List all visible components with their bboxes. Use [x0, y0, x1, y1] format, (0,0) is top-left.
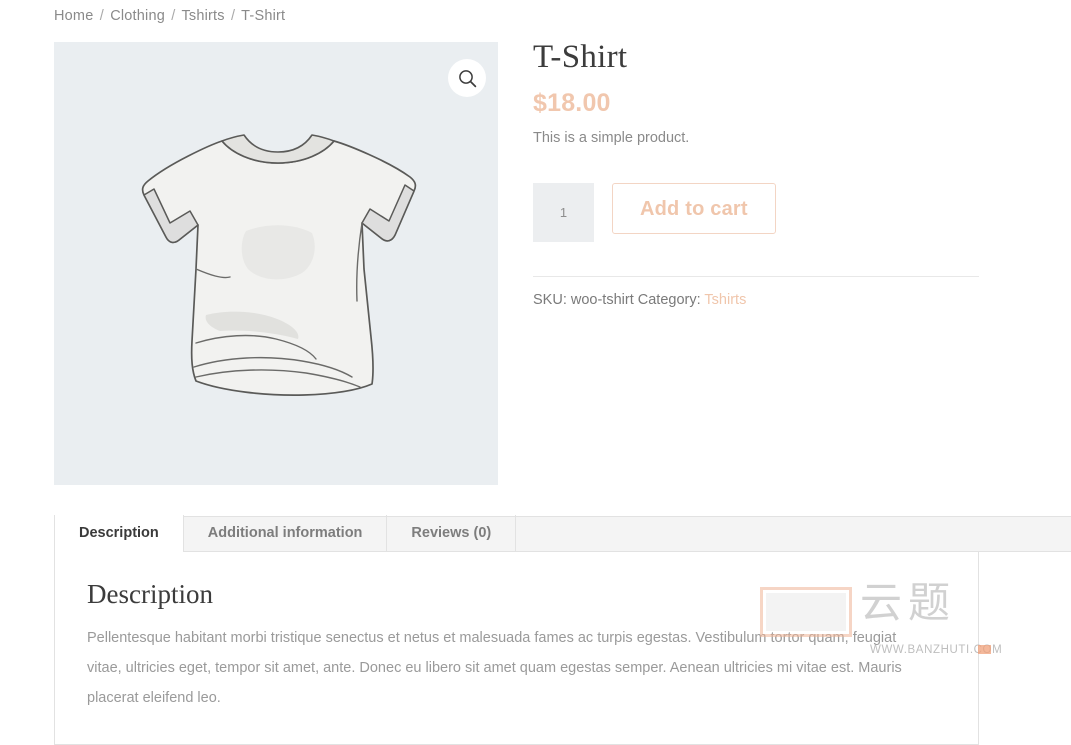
add-to-cart-form: Add to cart	[533, 183, 979, 243]
breadcrumb-item-tshirts[interactable]: Tshirts	[181, 8, 224, 24]
sku-label: SKU:	[533, 292, 567, 309]
breadcrumb-separator: /	[230, 8, 236, 24]
breadcrumb-item-home[interactable]: Home	[54, 8, 93, 24]
tab-reviews[interactable]: Reviews (0)	[387, 515, 517, 551]
product-image[interactable]	[54, 42, 498, 485]
product-summary: T-Shirt $18.00 This is a simple product.…	[533, 38, 979, 312]
description-body: Pellentesque habitant morbi tristique se…	[87, 630, 902, 706]
page-title: T-Shirt	[533, 39, 628, 75]
breadcrumb-item-current: T-Shirt	[241, 8, 286, 24]
add-to-cart-button[interactable]: Add to cart	[612, 183, 776, 235]
breadcrumb: Home / Clothing / Tshirts / T-Shirt	[54, 8, 285, 24]
tab-list: Description Additional information Revie…	[54, 515, 1071, 552]
zoom-image-button[interactable]	[448, 59, 486, 97]
breadcrumb-separator: /	[99, 8, 104, 24]
product-tabs: Description Additional information Revie…	[54, 515, 1071, 745]
category-label: Category:	[637, 292, 701, 309]
breadcrumb-separator: /	[171, 8, 176, 24]
breadcrumb-item-clothing[interactable]: Clothing	[110, 8, 165, 24]
tshirt-illustration	[141, 133, 417, 396]
search-icon	[458, 69, 476, 87]
tab-panel-description: Description Pellentesque habitant morbi …	[54, 552, 979, 745]
tab-description[interactable]: Description	[54, 515, 184, 552]
product-gallery[interactable]	[54, 42, 498, 485]
product-short-description: This is a simple product.	[533, 130, 690, 147]
product-price: $18.00	[533, 88, 611, 117]
quantity-input[interactable]	[533, 183, 594, 243]
tab-additional-information[interactable]: Additional information	[184, 515, 388, 551]
meta-divider	[533, 276, 979, 278]
category-link[interactable]: Tshirts	[704, 292, 746, 308]
description-heading: Description	[87, 579, 213, 609]
product-meta: SKU: woo-tshirt Category: Tshirts	[533, 290, 979, 312]
sku-value: woo-tshirt	[570, 292, 634, 309]
